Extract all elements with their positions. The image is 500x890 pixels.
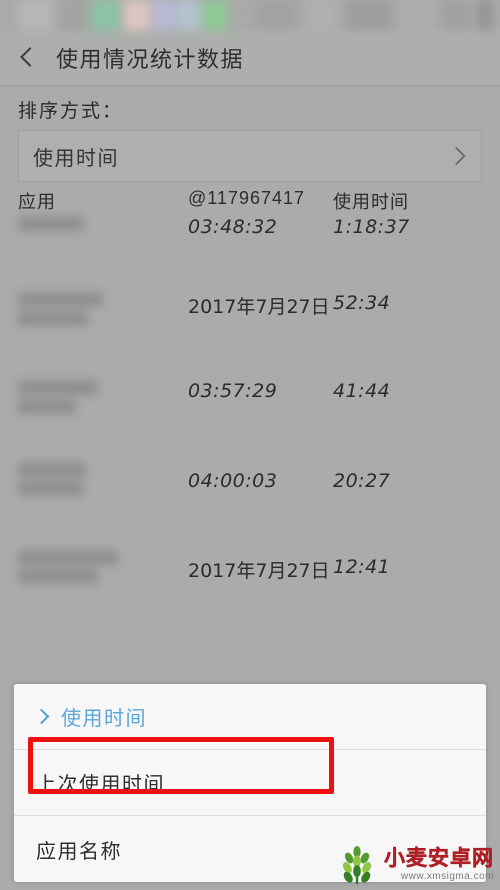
- sort-label: 排序方式：: [18, 101, 124, 122]
- app-name-blurred: [18, 352, 188, 414]
- sheet-option-label: 使用时间: [61, 708, 147, 730]
- sort-section: 排序方式： 使用时间: [0, 86, 500, 182]
- cell-usage-time: 52:34: [333, 292, 391, 314]
- status-icon: [346, 0, 392, 30]
- status-icon: [124, 0, 150, 30]
- wheat-logo-icon: [342, 846, 372, 885]
- title-bar: 使用情况统计数据: [0, 30, 500, 86]
- app-name-blurred: [18, 528, 188, 584]
- chevron-right-icon: [33, 708, 50, 725]
- table-header-row: 应用 @117967417 使用时间: [18, 188, 482, 214]
- app-name-blurred: [18, 264, 188, 326]
- cell-last-used: 04:00:03: [188, 470, 278, 492]
- column-header-last-used: @117967417: [188, 188, 306, 208]
- table-row[interactable]: 03:48:32 1:18:37: [18, 216, 482, 264]
- sheet-option-label: 上次使用时间: [36, 774, 165, 796]
- app-name-blurred: [18, 440, 188, 496]
- sheet-option-last-used-time[interactable]: 上次使用时间: [14, 750, 486, 816]
- status-icon: [92, 0, 120, 30]
- watermark-name: 小麦安卓网: [384, 847, 494, 870]
- cell-app-name: [18, 352, 188, 414]
- sheet-option-label: 应用名称: [36, 840, 122, 863]
- table-row[interactable]: 2017年7月27日 52:34: [18, 264, 482, 352]
- status-icon: [442, 0, 470, 30]
- cell-usage-time: 41:44: [333, 380, 391, 402]
- watermark: 小麦安卓网 www.xmsigma.com: [336, 844, 494, 886]
- cell-app-name: [18, 528, 188, 584]
- status-bar: [0, 0, 500, 30]
- cell-app-name: [18, 216, 188, 231]
- cell-last-used: 2017年7月27日: [188, 296, 330, 318]
- cell-app-name: [18, 440, 188, 496]
- chevron-right-icon: [447, 146, 466, 166]
- table-row[interactable]: 2017年7月27日 12:41: [18, 528, 482, 616]
- sort-select-value: 使用时间: [33, 147, 119, 170]
- status-icon: [256, 0, 296, 30]
- battery-icon: [478, 0, 492, 30]
- column-header-usage-time: 使用时间: [333, 192, 409, 212]
- app-name-blurred: [18, 216, 188, 231]
- status-icon: [202, 0, 228, 30]
- status-icon: [400, 0, 434, 30]
- status-icon: [306, 0, 336, 30]
- cell-app-name: [18, 264, 188, 326]
- page-title: 使用情况统计数据: [56, 46, 245, 72]
- phone-screen: 使用情况统计数据 排序方式： 使用时间 应用 @117967417 使用时间 0…: [0, 0, 500, 890]
- cell-usage-time: 20:27: [333, 470, 391, 492]
- usage-table: 应用 @117967417 使用时间 03:48:32 1:18:37 2017…: [0, 188, 500, 616]
- cell-usage-time: 12:41: [333, 556, 391, 578]
- cell-usage-time: 1:18:37: [333, 216, 410, 238]
- table-row[interactable]: 03:57:29 41:44: [18, 352, 482, 440]
- table-row[interactable]: 04:00:03 20:27: [18, 440, 482, 528]
- sheet-option-usage-time[interactable]: 使用时间: [14, 684, 486, 750]
- sort-select[interactable]: 使用时间: [18, 130, 482, 182]
- cell-last-used: 2017年7月27日: [188, 560, 330, 582]
- column-header-app: 应用: [18, 192, 56, 212]
- watermark-url: www.xmsigma.com: [400, 871, 494, 882]
- status-icon: [62, 0, 86, 30]
- back-button[interactable]: [14, 45, 40, 71]
- status-icon: [176, 0, 200, 30]
- watermark-text: 小麦安卓网 www.xmsigma.com: [384, 848, 494, 882]
- status-icon: [18, 0, 52, 30]
- cell-last-used: 03:57:29: [188, 380, 278, 402]
- status-icon: [152, 0, 174, 30]
- cell-last-used: 03:48:32: [188, 216, 278, 238]
